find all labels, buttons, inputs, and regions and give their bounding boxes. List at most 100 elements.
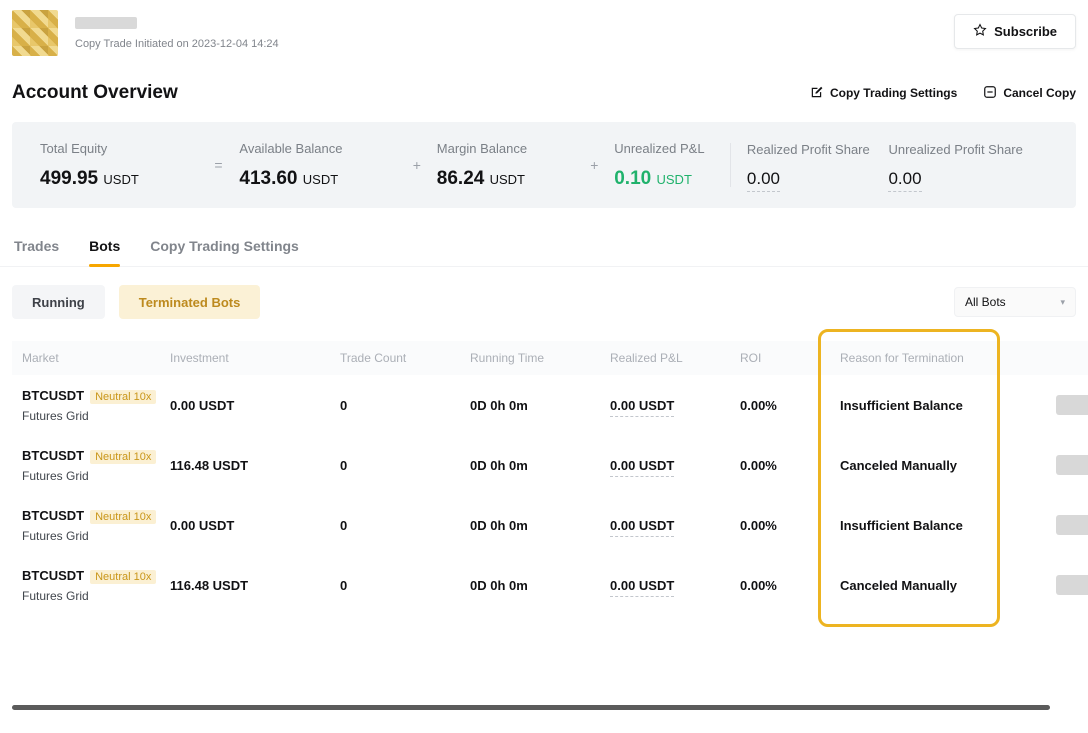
table-header-trade-count: Trade Count [330, 351, 460, 365]
market-pair: BTCUSDT [22, 388, 84, 403]
table-header-market: Market [12, 351, 160, 365]
strategy-type: Futures Grid [22, 589, 160, 603]
table-header-realized-pnl: Realized P&L [600, 351, 730, 365]
stat-value: 0.00 [888, 169, 921, 192]
trader-header: Copy Trade Initiated on 2023-12-04 14:24… [0, 0, 1088, 56]
overview-head: Account Overview Copy Trading Settings C… [0, 82, 1088, 104]
market-cell: BTCUSDT Neutral 10x Futures Grid [12, 388, 160, 423]
dropdown-value: All Bots [965, 295, 1006, 309]
action-redacted-chip[interactable] [1056, 515, 1088, 535]
reason-cell: Insufficient Balance [830, 398, 1015, 413]
stat-label: Available Balance [239, 141, 397, 156]
trader-avatar [12, 10, 58, 56]
roi-cell: 0.00% [730, 518, 830, 533]
trade-count-cell: 0 [330, 578, 460, 593]
edit-icon [810, 85, 824, 102]
tab-bots[interactable]: Bots [89, 238, 120, 266]
realized-pnl-cell: 0.00 USDT [600, 578, 730, 593]
trade-count-cell: 0 [330, 458, 460, 473]
horizontal-scrollbar[interactable] [12, 705, 1050, 710]
stat-value: 499.95 [40, 168, 98, 189]
stat-unrealized-profit-share: Unrealized Profit Share 0.00 [888, 142, 1048, 189]
leverage-badge: Neutral 10x [90, 570, 156, 584]
terminated-bots-filter-button[interactable]: Terminated Bots [119, 285, 261, 319]
market-pair: BTCUSDT [22, 448, 84, 463]
realized-pnl-cell: 0.00 USDT [600, 398, 730, 413]
running-time-cell: 0D 0h 0m [460, 518, 600, 533]
stat-unit: USDT [303, 172, 338, 187]
equals-operator: = [198, 157, 240, 173]
roi-cell: 0.00% [730, 578, 830, 593]
stat-total-equity: Total Equity 499.95 USDT [40, 141, 198, 190]
reason-cell: Insufficient Balance [830, 518, 1015, 533]
investment-cell: 0.00 USDT [160, 518, 330, 533]
market-pair: BTCUSDT [22, 508, 84, 523]
bot-filters: Running Terminated Bots All Bots ▾ [0, 285, 1088, 319]
stat-unit: USDT [103, 172, 138, 187]
table-header-reason: Reason for Termination [830, 351, 1015, 365]
roi-cell: 0.00% [730, 458, 830, 473]
page-title: Account Overview [12, 82, 178, 104]
investment-cell: 0.00 USDT [160, 398, 330, 413]
action-redacted-chip[interactable] [1056, 395, 1088, 415]
strategy-type: Futures Grid [22, 469, 160, 483]
action-redacted-chip[interactable] [1056, 455, 1088, 475]
stat-label: Unrealized Profit Share [888, 142, 1048, 157]
strategy-type: Futures Grid [22, 409, 160, 423]
leverage-badge: Neutral 10x [90, 510, 156, 524]
table-header-roi: ROI [730, 351, 830, 365]
copy-initiated-text: Copy Trade Initiated on 2023-12-04 14:24 [75, 38, 279, 50]
table-row: BTCUSDT Neutral 10x Futures Grid 0.00 USD… [12, 375, 1088, 435]
running-filter-button[interactable]: Running [12, 285, 105, 319]
stat-label: Margin Balance [437, 141, 575, 156]
stat-label: Unrealized P&L [614, 141, 726, 156]
all-bots-dropdown[interactable]: All Bots ▾ [954, 287, 1076, 317]
subscribe-button[interactable]: Subscribe [954, 14, 1076, 49]
leverage-badge: Neutral 10x [90, 450, 156, 464]
table-row: BTCUSDTNeutral 10x Futures Grid 116.48 U… [12, 435, 1088, 495]
tab-copy-trading-settings[interactable]: Copy Trading Settings [150, 238, 299, 266]
table-header-investment: Investment [160, 351, 330, 365]
trade-count-cell: 0 [330, 518, 460, 533]
running-time-cell: 0D 0h 0m [460, 398, 600, 413]
actions-cell [1015, 455, 1088, 475]
stat-value: 86.24 [437, 168, 485, 189]
star-icon [973, 23, 987, 40]
main-tabs: Trades Bots Copy Trading Settings [0, 238, 1088, 267]
plus-operator: + [397, 157, 437, 173]
stat-value: 413.60 [239, 168, 297, 189]
cancel-copy-label: Cancel Copy [1003, 86, 1076, 100]
stat-unrealized-pnl: Unrealized P&L 0.10 USDT [614, 141, 726, 190]
tab-trades[interactable]: Trades [14, 238, 59, 266]
plus-operator: + [574, 157, 614, 173]
chevron-down-icon: ▾ [1060, 297, 1065, 308]
market-pair: BTCUSDT [22, 568, 84, 583]
stat-value: 0.00 [747, 169, 780, 192]
actions-cell [1015, 515, 1088, 535]
stats-divider [730, 143, 731, 187]
realized-pnl-cell: 0.00 USDT [600, 458, 730, 473]
table-header-row: Market Investment Trade Count Running Ti… [12, 341, 1088, 375]
cancel-copy-link[interactable]: Cancel Copy [983, 85, 1076, 102]
table-row: BTCUSDTNeutral 10x Futures Grid 116.48 U… [12, 555, 1088, 615]
market-cell: BTCUSDTNeutral 10x Futures Grid [12, 508, 160, 543]
stat-unit: USDT [490, 172, 525, 187]
copy-trading-page: Copy Trade Initiated on 2023-12-04 14:24… [0, 0, 1088, 733]
stat-available-balance: Available Balance 413.60 USDT [239, 141, 397, 190]
roi-cell: 0.00% [730, 398, 830, 413]
trader-meta: Copy Trade Initiated on 2023-12-04 14:24 [75, 10, 279, 50]
running-time-cell: 0D 0h 0m [460, 458, 600, 473]
reason-cell: Canceled Manually [830, 578, 1015, 593]
stats-panel: Total Equity 499.95 USDT = Available Bal… [12, 122, 1076, 208]
table-header-running-time: Running Time [460, 351, 600, 365]
stat-label: Realized Profit Share [747, 142, 889, 157]
terminated-bots-table: Market Investment Trade Count Running Ti… [12, 341, 1088, 615]
actions-cell [1015, 395, 1088, 415]
action-redacted-chip[interactable] [1056, 575, 1088, 595]
leverage-badge: Neutral 10x [90, 390, 156, 404]
table-row: BTCUSDTNeutral 10x Futures Grid 0.00 USD… [12, 495, 1088, 555]
market-cell: BTCUSDT Neutral 10x Futures Grid [12, 568, 160, 603]
copy-trading-settings-link[interactable]: Copy Trading Settings [810, 85, 957, 102]
stat-margin-balance: Margin Balance 86.24 USDT [437, 141, 575, 190]
stat-realized-profit-share: Realized Profit Share 0.00 [747, 142, 889, 189]
